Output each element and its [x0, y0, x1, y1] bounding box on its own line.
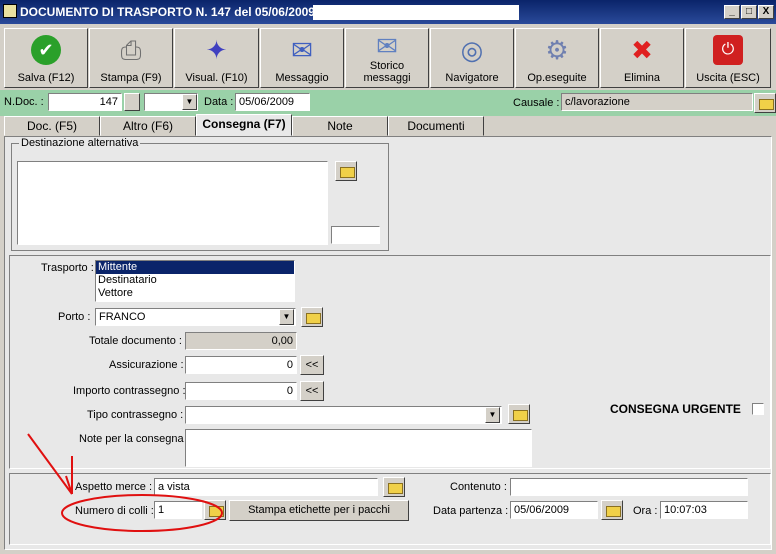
annotation-arrow-line: [27, 433, 73, 495]
annotation-ellipse: [61, 494, 223, 532]
red-annotation: [27, 433, 223, 532]
